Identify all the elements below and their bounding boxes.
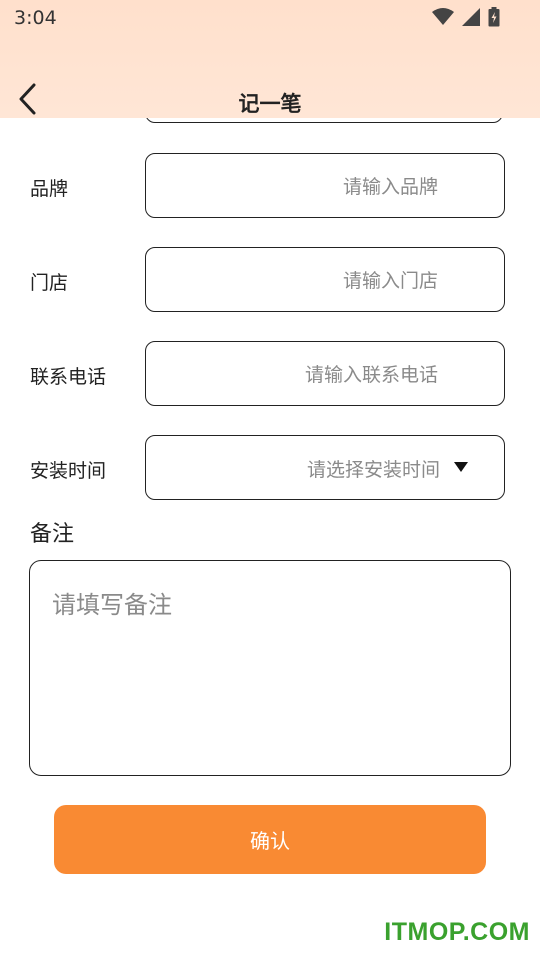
store-field-box xyxy=(145,247,505,313)
phone-field-box xyxy=(145,341,505,407)
battery-charging-icon xyxy=(488,7,500,27)
install-time-select[interactable]: 请选择安装时间 xyxy=(145,435,505,500)
app-header: 3:04 记一笔 xyxy=(0,0,540,118)
signal-icon xyxy=(462,8,480,26)
store-input[interactable] xyxy=(156,248,440,313)
brand-input[interactable] xyxy=(156,154,440,219)
brand-label: 品牌 xyxy=(30,178,69,200)
confirm-button[interactable]: 确认 xyxy=(54,805,486,874)
phone-label: 联系电话 xyxy=(30,366,107,388)
form-content[interactable]: 品牌 门店 联系电话 安装时间 请选择安装时间 备注 确认 ITMOP.COM xyxy=(0,118,540,960)
remark-box xyxy=(29,560,511,776)
brand-field-box xyxy=(145,153,505,219)
page-title: 记一笔 xyxy=(238,92,302,116)
remark-label: 备注 xyxy=(30,522,75,547)
previous-field[interactable] xyxy=(145,118,503,123)
store-label: 门店 xyxy=(30,272,69,294)
install-time-label: 安装时间 xyxy=(30,460,107,482)
status-icons xyxy=(432,6,500,28)
install-time-placeholder: 请选择安装时间 xyxy=(306,459,440,481)
status-time: 3:04 xyxy=(14,7,57,29)
wifi-icon xyxy=(432,8,454,25)
phone-input[interactable] xyxy=(156,342,440,407)
remark-textarea[interactable] xyxy=(50,583,494,757)
watermark-logo: ITMOP.COM xyxy=(384,918,530,946)
triangle-down-icon xyxy=(454,462,468,472)
